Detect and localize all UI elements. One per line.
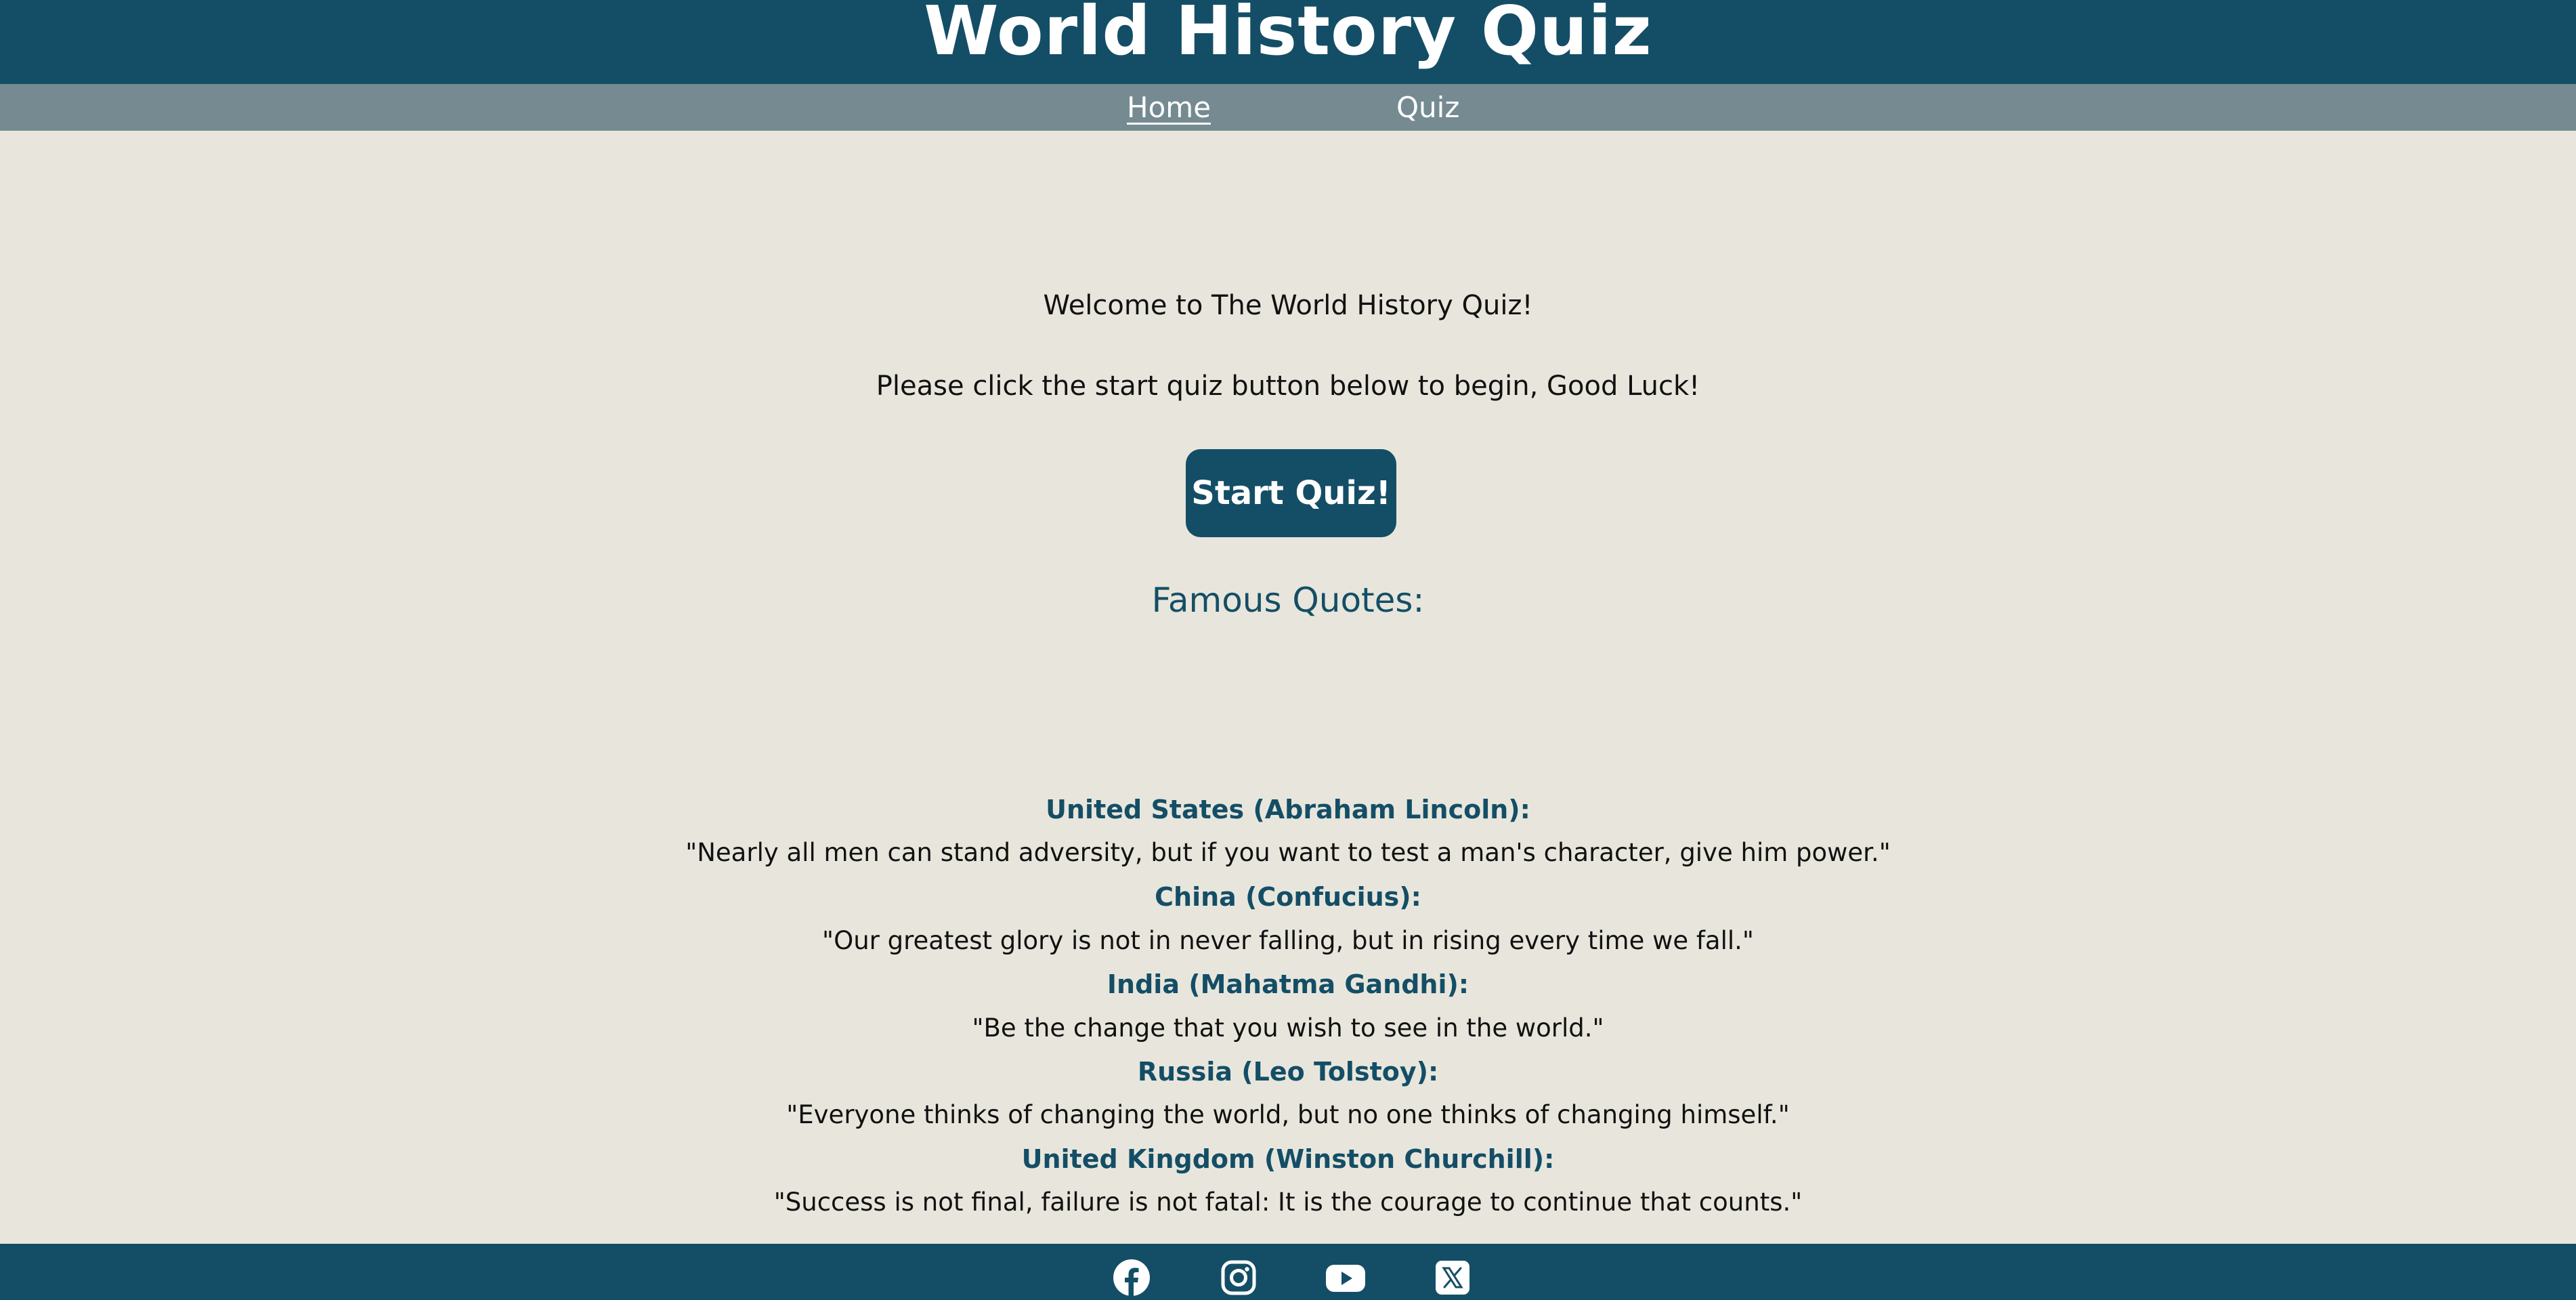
nav-link-home[interactable]: Home bbox=[1127, 84, 1211, 131]
main-content: Welcome to The World History Quiz! Pleas… bbox=[0, 131, 2576, 1244]
facebook-icon bbox=[1113, 1259, 1150, 1297]
quote-text: "Our greatest glory is not in never fall… bbox=[822, 926, 1754, 955]
start-quiz-button[interactable]: Start Quiz! bbox=[1186, 449, 1396, 537]
youtube-icon[interactable] bbox=[1325, 1259, 1366, 1297]
site-footer bbox=[0, 1244, 2576, 1300]
quotes-heading: Famous Quotes: bbox=[1151, 581, 1425, 620]
site-header: World History Quiz bbox=[0, 0, 2576, 84]
x-twitter-icon[interactable] bbox=[1434, 1259, 1472, 1297]
instagram-icon bbox=[1221, 1260, 1256, 1295]
facebook-icon[interactable] bbox=[1113, 1259, 1151, 1297]
nav-link-quiz[interactable]: Quiz bbox=[1396, 84, 1459, 131]
instagram-icon[interactable] bbox=[1220, 1259, 1258, 1297]
quote-source: United Kingdom (Winston Churchill): bbox=[1021, 1144, 1555, 1174]
quote-source: Russia (Leo Tolstoy): bbox=[1137, 1057, 1439, 1087]
quote-text: "Nearly all men can stand adversity, but… bbox=[685, 838, 1891, 867]
x-twitter-icon bbox=[1436, 1261, 1469, 1295]
welcome-text: Welcome to The World History Quiz! bbox=[1043, 290, 1533, 321]
quote-text: "Success is not final, failure is not fa… bbox=[773, 1188, 1803, 1217]
quote-source: China (Confucius): bbox=[1155, 882, 1421, 912]
quote-text: "Be the change that you wish to see in t… bbox=[972, 1013, 1604, 1043]
instructions-text: Please click the start quiz button below… bbox=[876, 371, 1700, 402]
site-title: World History Quiz bbox=[924, 0, 1652, 70]
quote-source: United States (Abraham Lincoln): bbox=[1046, 795, 1530, 824]
quote-text: "Everyone thinks of changing the world, … bbox=[786, 1100, 1790, 1129]
quote-source: India (Mahatma Gandhi): bbox=[1107, 969, 1469, 999]
nav-bar: Home Quiz bbox=[0, 84, 2576, 131]
youtube-icon bbox=[1326, 1265, 1365, 1292]
